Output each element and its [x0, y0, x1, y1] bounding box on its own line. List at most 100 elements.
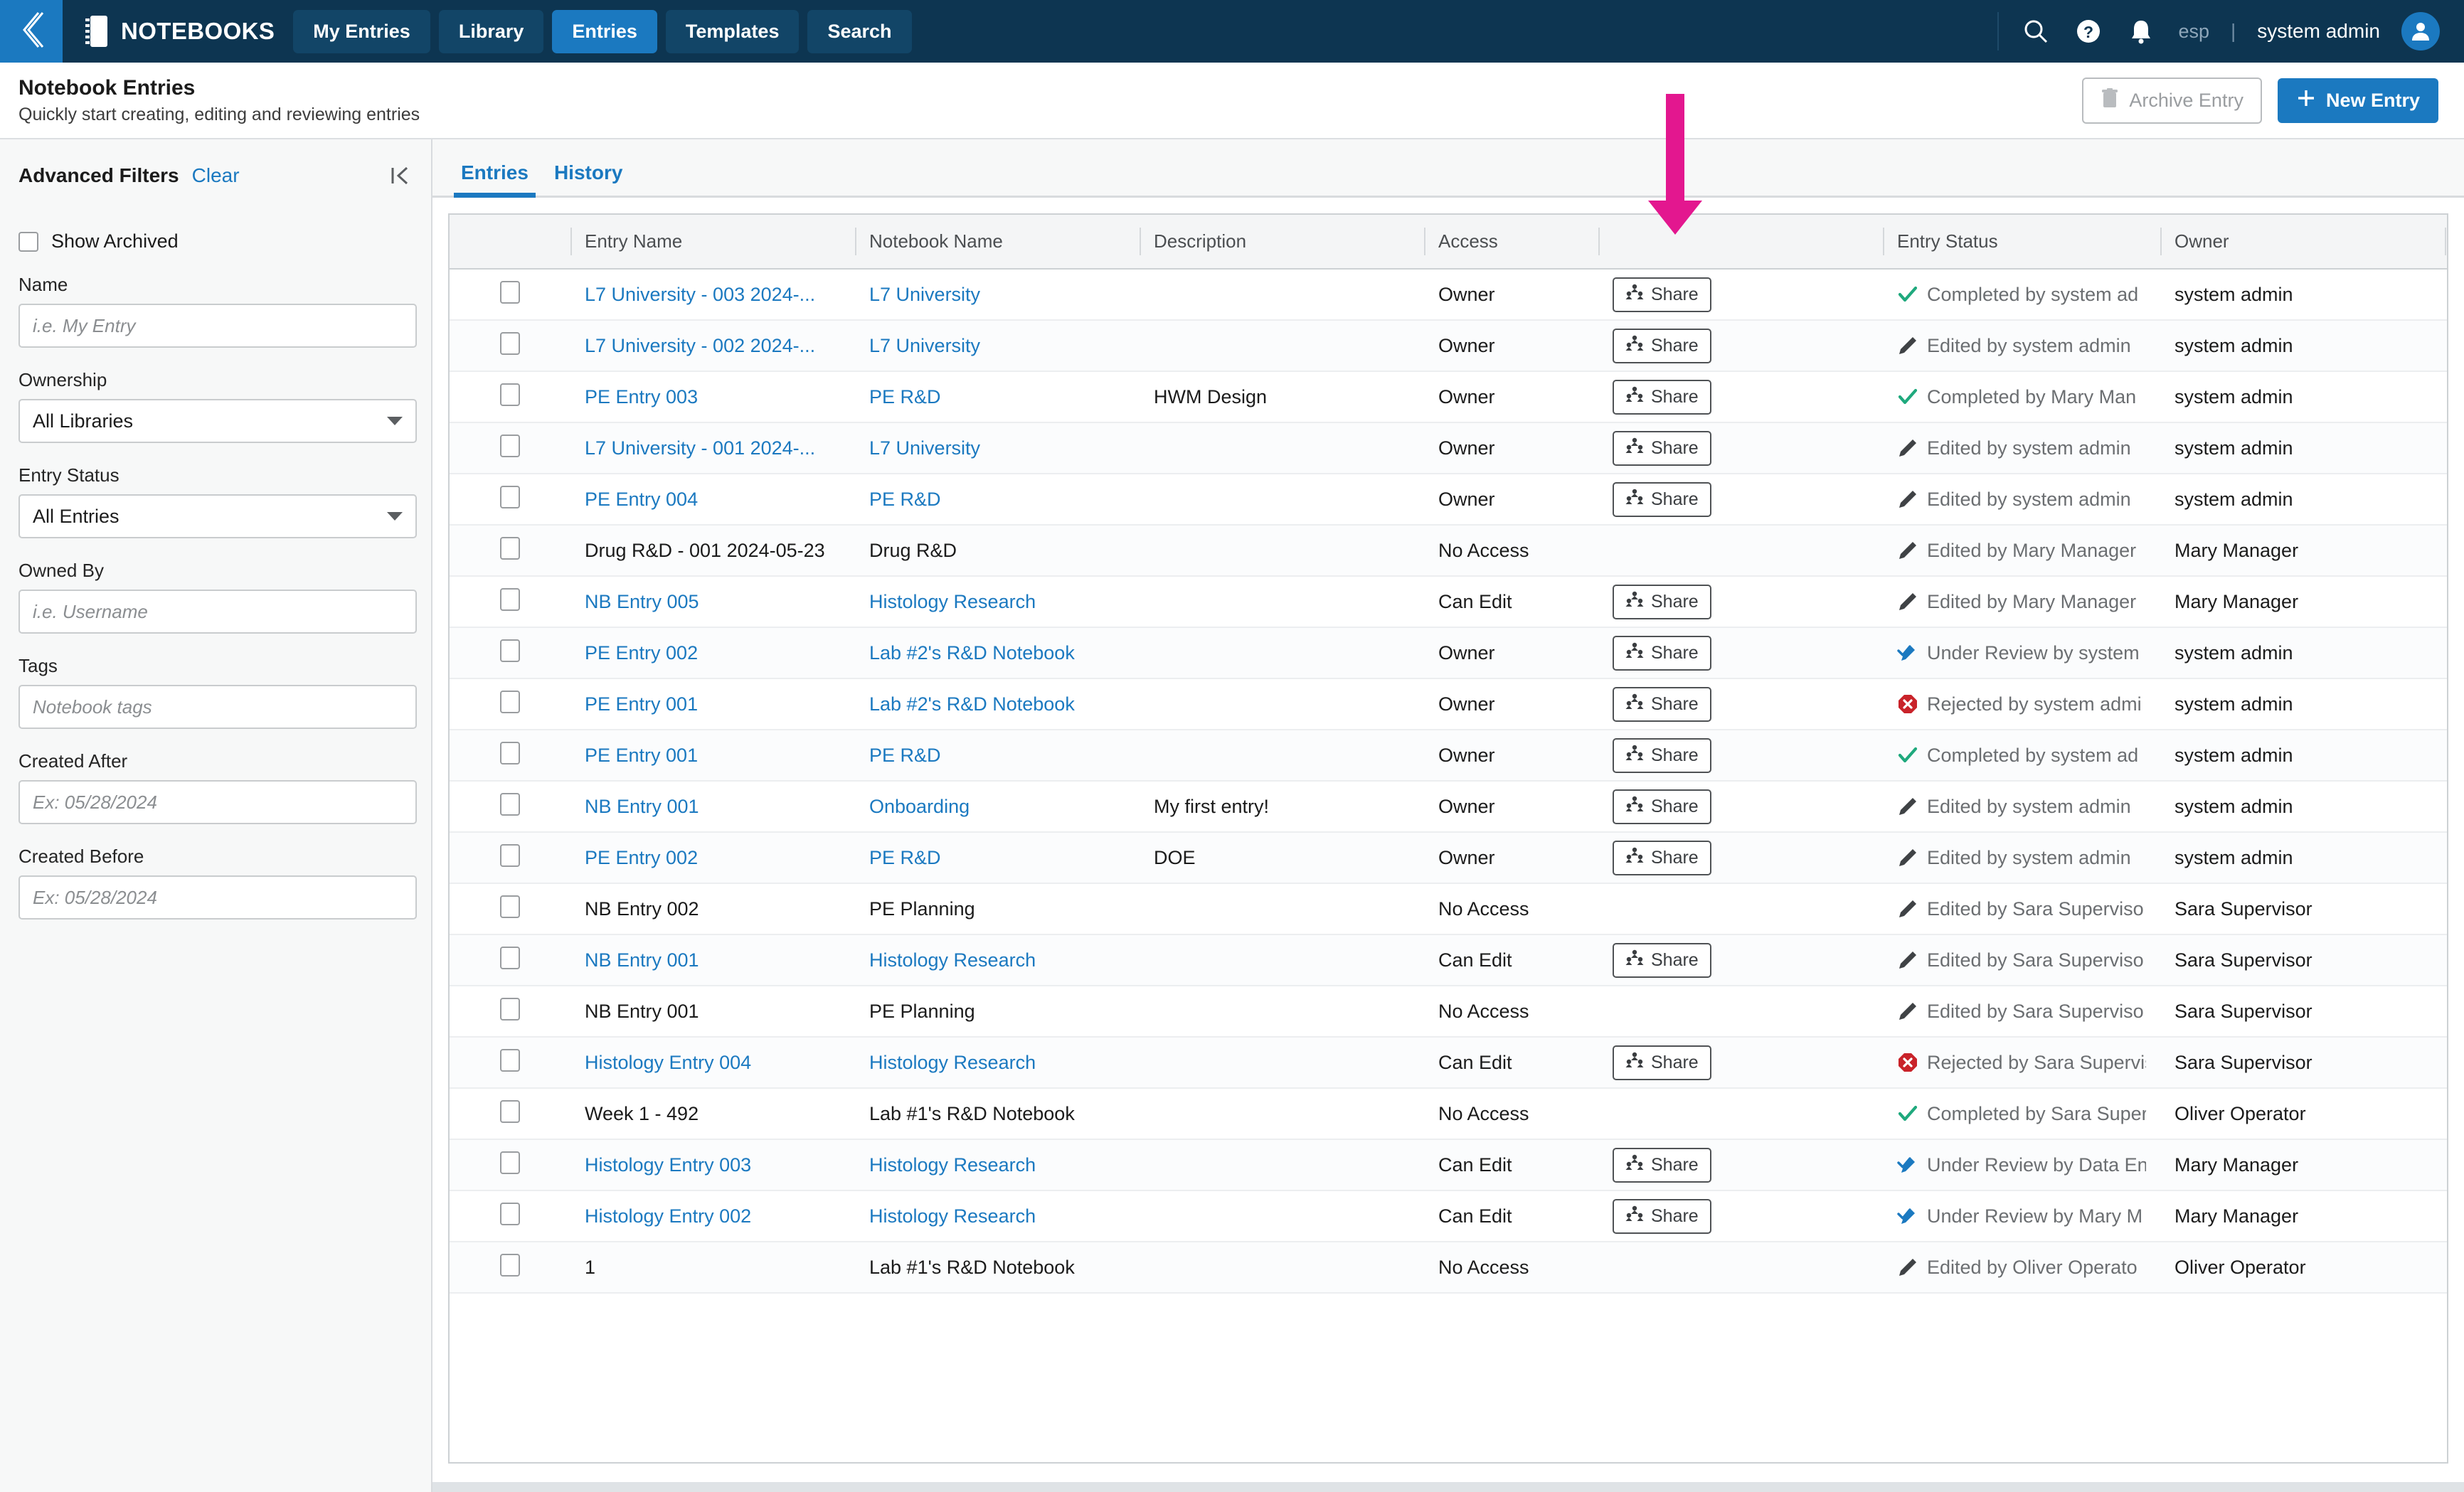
notebook-name-value[interactable]: Histology Research	[869, 591, 1036, 612]
user-avatar-icon[interactable]	[2401, 12, 2440, 50]
entry-name-value[interactable]: PE Entry 003	[585, 386, 698, 407]
entry-name-value[interactable]: PE Entry 001	[585, 745, 698, 766]
table-row[interactable]: PE Entry 002 Lab #2's R&D Notebook Owner Sh…	[450, 627, 2447, 679]
entry-name-value[interactable]: PE Entry 004	[585, 489, 698, 510]
name-input[interactable]	[18, 304, 417, 348]
table-row[interactable]: Histology Entry 004 Histology Research Can…	[450, 1037, 2447, 1089]
share-button[interactable]: Share	[1613, 584, 1711, 619]
entry-status-select[interactable]: All Entries	[18, 494, 417, 538]
created-after-input[interactable]	[18, 780, 417, 824]
cell-entry-name[interactable]: L7 University - 003 2024-...	[570, 269, 855, 321]
cell-entry-name[interactable]: Histology Entry 004	[570, 1037, 855, 1089]
horizontal-scrollbar[interactable]	[432, 1482, 2464, 1492]
notebook-name-value[interactable]: L7 University	[869, 284, 980, 305]
cell-notebook-name[interactable]: L7 University	[855, 269, 1140, 321]
notebook-name-value[interactable]: PE R&D	[869, 745, 941, 766]
table-row[interactable]: PE Entry 002 PE R&D DOE Owner Share Edited by…	[450, 832, 2447, 884]
entry-name-value[interactable]: NB Entry 005	[585, 591, 699, 612]
cell-entry-name[interactable]: Histology Entry 002	[570, 1190, 855, 1242]
share-button[interactable]: Share	[1613, 379, 1711, 415]
row-checkbox[interactable]	[500, 946, 520, 969]
notebook-name-value[interactable]: PE R&D	[869, 489, 941, 510]
owned-by-input[interactable]	[18, 590, 417, 634]
cell-entry-name[interactable]: L7 University - 002 2024-...	[570, 320, 855, 372]
cell-notebook-name[interactable]: Histology Research	[855, 576, 1140, 628]
show-archived-checkbox[interactable]	[18, 231, 38, 252]
entry-name-value[interactable]: Histology Entry 003	[585, 1154, 751, 1176]
cell-notebook-name[interactable]: L7 University	[855, 422, 1140, 474]
share-button[interactable]: Share	[1613, 277, 1711, 312]
tab-entries[interactable]: Entries	[448, 161, 541, 198]
table-row[interactable]: NB Entry 001 PE Planning No Access Edited b…	[450, 986, 2447, 1038]
col-last-updated[interactable]: Last Updated	[2445, 215, 2447, 270]
share-button[interactable]: Share	[1613, 430, 1711, 466]
entry-name-value[interactable]: L7 University - 001 2024-...	[585, 437, 815, 459]
cell-notebook-name[interactable]: PE R&D	[855, 832, 1140, 884]
cell-notebook-name[interactable]: PE R&D	[855, 730, 1140, 782]
nav-tab-entries[interactable]: Entries	[552, 9, 657, 53]
col-owner[interactable]: Owner	[2160, 215, 2445, 270]
nav-tab-my-entries[interactable]: My Entries	[293, 9, 430, 53]
table-row[interactable]: NB Entry 001 Onboarding My first entry! Own…	[450, 781, 2447, 833]
table-row[interactable]: NB Entry 001 Histology Research Can Edit Sh…	[450, 934, 2447, 986]
new-entry-button[interactable]: New Entry	[2277, 78, 2438, 123]
cell-notebook-name[interactable]: Onboarding	[855, 781, 1140, 833]
cell-entry-name[interactable]: NB Entry 001	[570, 934, 855, 986]
cell-entry-name[interactable]: PE Entry 002	[570, 627, 855, 679]
share-button[interactable]: Share	[1613, 328, 1711, 363]
row-checkbox[interactable]	[500, 1099, 520, 1123]
cell-notebook-name[interactable]: PE R&D	[855, 371, 1140, 423]
row-checkbox[interactable]	[500, 1048, 520, 1072]
notebook-name-value[interactable]: Lab #2's R&D Notebook	[869, 642, 1075, 664]
notebook-name-value[interactable]: PE R&D	[869, 386, 941, 407]
entry-name-value[interactable]: NB Entry 001	[585, 949, 699, 971]
col-entry-name[interactable]: Entry Name	[570, 215, 855, 270]
share-button[interactable]: Share	[1613, 635, 1711, 671]
search-icon[interactable]	[2020, 16, 2051, 47]
entry-name-value[interactable]: PE Entry 001	[585, 693, 698, 715]
row-checkbox[interactable]	[500, 434, 520, 457]
cell-notebook-name[interactable]: PE R&D	[855, 474, 1140, 526]
table-row[interactable]: Drug R&D - 001 2024-05-23 Drug R&D No Acce…	[450, 525, 2447, 577]
created-before-input[interactable]	[18, 875, 417, 920]
notebook-name-value[interactable]: Histology Research	[869, 1205, 1036, 1227]
row-checkbox[interactable]	[500, 690, 520, 713]
row-checkbox[interactable]	[500, 741, 520, 764]
table-row[interactable]: Histology Entry 002 Histology Research Can…	[450, 1190, 2447, 1242]
entry-name-value[interactable]: PE Entry 002	[585, 847, 698, 868]
share-button[interactable]: Share	[1613, 1198, 1711, 1234]
cell-entry-name[interactable]: NB Entry 001	[570, 781, 855, 833]
table-row[interactable]: PE Entry 003 PE R&D HWM Design Owner Share Co…	[450, 371, 2447, 423]
notebook-name-value[interactable]: L7 University	[869, 437, 980, 459]
entry-name-value[interactable]: Histology Entry 004	[585, 1052, 751, 1073]
cell-entry-name[interactable]: Histology Entry 003	[570, 1139, 855, 1191]
share-button[interactable]: Share	[1613, 737, 1711, 773]
row-checkbox[interactable]	[500, 639, 520, 662]
help-circle-icon[interactable]: ?	[2073, 16, 2104, 47]
row-checkbox[interactable]	[500, 1253, 520, 1277]
cell-entry-name[interactable]: L7 University - 001 2024-...	[570, 422, 855, 474]
share-button[interactable]: Share	[1613, 942, 1711, 978]
nav-tab-templates[interactable]: Templates	[665, 9, 800, 53]
col-notebook-name[interactable]: Notebook Name	[855, 215, 1140, 270]
row-checkbox[interactable]	[500, 1151, 520, 1174]
table-row[interactable]: NB Entry 005 Histology Research Can Edit Sh…	[450, 576, 2447, 628]
nav-tab-search[interactable]: Search	[807, 9, 912, 53]
cell-notebook-name[interactable]: Histology Research	[855, 1139, 1140, 1191]
table-row[interactable]: Histology Entry 003 Histology Research Can…	[450, 1139, 2447, 1191]
table-row[interactable]: PE Entry 001 Lab #2's R&D Notebook Owner Sh…	[450, 678, 2447, 730]
table-row[interactable]: NB Entry 002 PE Planning No Access Edited b…	[450, 883, 2447, 935]
cell-notebook-name[interactable]: Histology Research	[855, 934, 1140, 986]
cell-entry-name[interactable]: NB Entry 005	[570, 576, 855, 628]
table-row[interactable]: L7 University - 003 2024-... L7 Universit…	[450, 269, 2447, 321]
share-button[interactable]: Share	[1613, 840, 1711, 875]
share-button[interactable]: Share	[1613, 1045, 1711, 1080]
row-checkbox[interactable]	[500, 792, 520, 816]
archive-entry-button[interactable]: Archive Entry	[2082, 77, 2262, 124]
col-description[interactable]: Description	[1140, 215, 1424, 270]
nav-tab-library[interactable]: Library	[438, 9, 544, 53]
notebook-name-value[interactable]: PE R&D	[869, 847, 941, 868]
share-button[interactable]: Share	[1613, 1147, 1711, 1183]
table-row[interactable]: 1 Lab #1's R&D Notebook No Access Edited by…	[450, 1242, 2447, 1294]
bell-icon[interactable]	[2125, 16, 2157, 47]
